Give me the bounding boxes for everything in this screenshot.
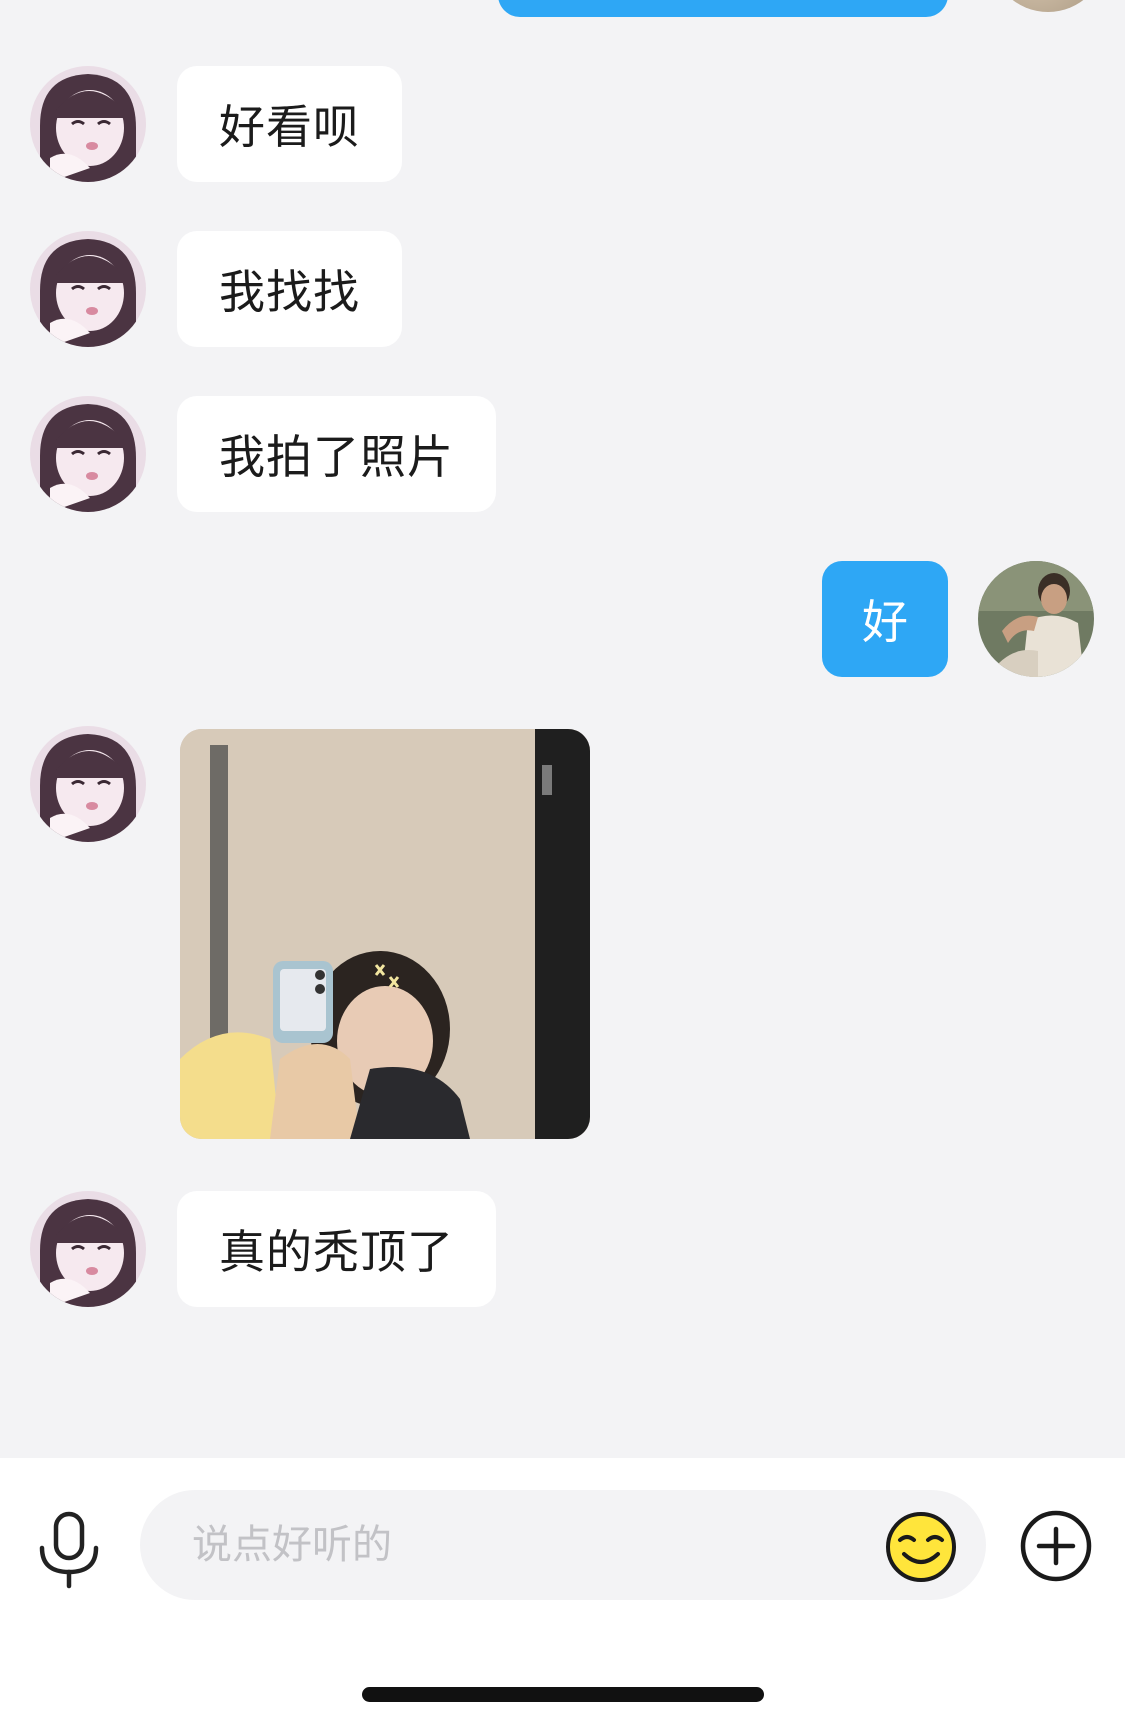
message-bubble[interactable]: 我找找 [177,231,402,347]
message-text: 真的秃顶了 [219,1225,454,1279]
chat-area: 好看呗 我找找 我拍了照片 好 真的秃顶了 [0,0,1125,1458]
contact-avatar[interactable] [30,396,146,512]
message-input-field[interactable] [140,1490,986,1600]
message-text: 好看呗 [219,100,360,154]
home-indicator[interactable] [362,1687,764,1702]
contact-avatar[interactable] [30,726,146,842]
message-bubble[interactable]: 好看呗 [177,66,402,182]
contact-avatar[interactable] [30,231,146,347]
message-text: 我拍了照片 [219,430,454,484]
message-bubble[interactable]: 真的秃顶了 [177,1191,496,1307]
previous-message-bubble[interactable] [498,0,948,17]
my-avatar[interactable] [978,561,1094,677]
message-photo[interactable] [180,729,590,1139]
my-message-bubble[interactable]: 好 [822,561,948,677]
message-bubble[interactable]: 我拍了照片 [177,396,496,512]
contact-avatar[interactable] [30,1191,146,1307]
message-text: 我找找 [219,265,360,319]
contact-avatar[interactable] [30,66,146,182]
message-input[interactable] [190,1521,794,1569]
message-text: 好 [862,595,908,649]
my-avatar[interactable] [990,0,1106,12]
plus-icon[interactable] [1019,1509,1093,1583]
emoji-icon[interactable] [884,1510,958,1584]
microphone-icon[interactable] [34,1510,104,1590]
